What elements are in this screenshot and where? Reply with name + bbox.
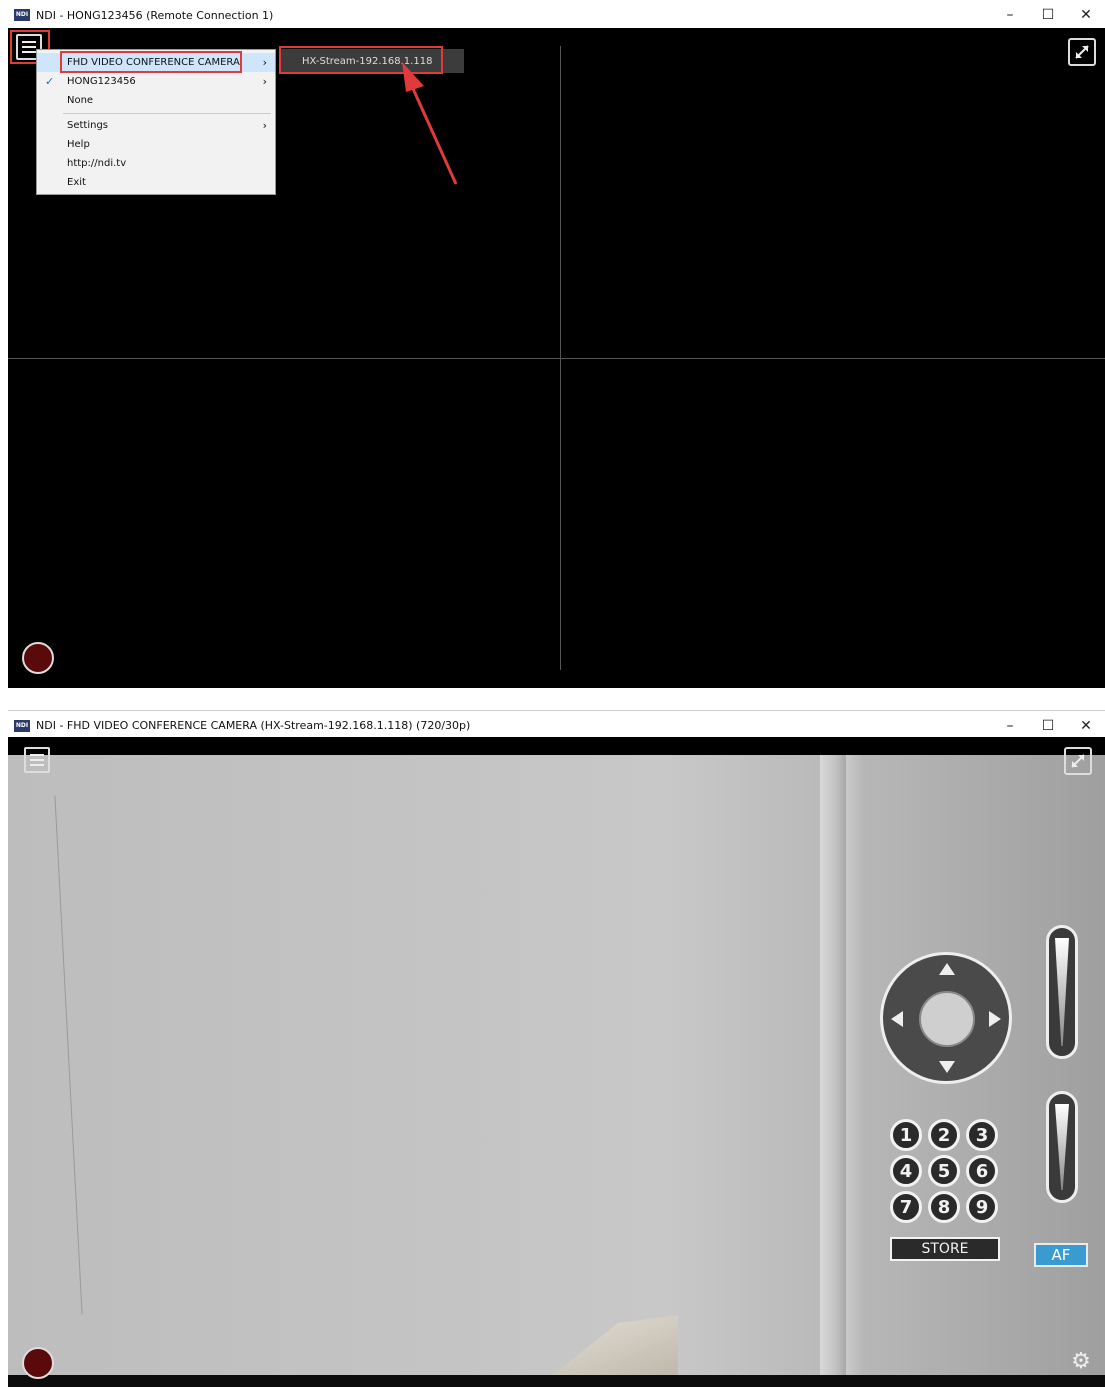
highlight-fhd-camera bbox=[60, 51, 242, 73]
window-title: NDI - HONG123456 (Remote Connection 1) bbox=[36, 8, 274, 22]
preset-grid: 1 2 3 4 5 6 7 8 9 bbox=[890, 1119, 1004, 1223]
tilt-up-icon[interactable] bbox=[939, 963, 955, 975]
gear-icon[interactable]: ⚙ bbox=[1068, 1349, 1094, 1375]
wall-crack bbox=[54, 795, 83, 1315]
preset-button-8[interactable]: 8 bbox=[928, 1191, 960, 1223]
ndi-logo-icon: NDI bbox=[14, 719, 30, 732]
autofocus-button[interactable]: AF bbox=[1034, 1243, 1088, 1267]
ndi-window-remote-connection: NDI NDI - HONG123456 (Remote Connection … bbox=[8, 0, 1105, 690]
chevron-right-icon: › bbox=[262, 119, 267, 132]
menu-item-none[interactable]: None bbox=[37, 91, 275, 110]
chevron-right-icon: › bbox=[262, 56, 267, 69]
menu-line bbox=[30, 759, 44, 761]
menu-button[interactable] bbox=[24, 747, 50, 773]
menu-separator bbox=[63, 113, 271, 114]
title-bar: NDI NDI - FHD VIDEO CONFERENCE CAMERA (H… bbox=[8, 710, 1105, 740]
focus-slider[interactable] bbox=[1046, 1091, 1078, 1203]
record-button[interactable] bbox=[22, 1347, 54, 1379]
whiteboard-edge bbox=[528, 1315, 678, 1375]
wall-pipe bbox=[820, 755, 846, 1375]
menu-item-help[interactable]: Help bbox=[37, 135, 275, 154]
zoom-wedge-icon bbox=[1055, 938, 1069, 1046]
grid-divider-horizontal bbox=[8, 358, 1105, 359]
menu-item-hong123456[interactable]: ✓ HONG123456 › bbox=[37, 72, 275, 91]
preset-button-7[interactable]: 7 bbox=[890, 1191, 922, 1223]
ndi-logo-icon: NDI bbox=[14, 9, 30, 21]
check-icon: ✓ bbox=[45, 75, 55, 88]
pan-right-icon[interactable] bbox=[989, 1011, 1001, 1027]
focus-wedge-icon bbox=[1055, 1104, 1069, 1190]
ptz-joystick[interactable] bbox=[880, 952, 1012, 1084]
menu-item-settings[interactable]: Settings › bbox=[37, 116, 275, 135]
preset-button-2[interactable]: 2 bbox=[928, 1119, 960, 1151]
maximize-button[interactable]: ☐ bbox=[1029, 0, 1067, 30]
chevron-right-icon: › bbox=[262, 75, 267, 88]
tilt-down-icon[interactable] bbox=[939, 1061, 955, 1073]
menu-line bbox=[30, 754, 44, 756]
fullscreen-toggle-button[interactable] bbox=[1068, 38, 1096, 66]
ndi-window-camera-stream: NDI NDI - FHD VIDEO CONFERENCE CAMERA (H… bbox=[8, 710, 1105, 1387]
close-button[interactable]: ✕ bbox=[1067, 0, 1105, 30]
menu-item-exit[interactable]: Exit bbox=[37, 173, 275, 192]
video-viewport: 1 2 3 4 5 6 7 8 9 STORE AF ⚙ bbox=[8, 737, 1105, 1387]
preset-button-1[interactable]: 1 bbox=[890, 1119, 922, 1151]
menu-line bbox=[30, 764, 44, 766]
preset-button-6[interactable]: 6 bbox=[966, 1155, 998, 1187]
expand-icon bbox=[1071, 754, 1085, 768]
menu-item-ndi-link[interactable]: http://ndi.tv bbox=[37, 154, 275, 173]
zoom-slider[interactable] bbox=[1046, 925, 1078, 1059]
expand-icon bbox=[1075, 45, 1089, 59]
store-preset-button[interactable]: STORE bbox=[890, 1237, 1000, 1261]
preset-button-3[interactable]: 3 bbox=[966, 1119, 998, 1151]
bottom-bar bbox=[8, 1375, 1105, 1387]
annotation-arrow-icon bbox=[402, 62, 458, 185]
window-title: NDI - FHD VIDEO CONFERENCE CAMERA (HX-St… bbox=[36, 719, 471, 732]
preset-button-9[interactable]: 9 bbox=[966, 1191, 998, 1223]
pan-left-icon[interactable] bbox=[891, 1011, 903, 1027]
title-bar: NDI NDI - HONG123456 (Remote Connection … bbox=[8, 0, 1105, 30]
preset-button-4[interactable]: 4 bbox=[890, 1155, 922, 1187]
joystick-knob[interactable] bbox=[919, 991, 975, 1047]
video-viewport: FHD VIDEO CONFERENCE CAMERA › ✓ HONG1234… bbox=[8, 28, 1105, 688]
preset-button-5[interactable]: 5 bbox=[928, 1155, 960, 1187]
window-controls: – ☐ ✕ bbox=[991, 0, 1105, 30]
fullscreen-toggle-button[interactable] bbox=[1064, 747, 1092, 775]
record-button[interactable] bbox=[22, 642, 54, 674]
minimize-button[interactable]: – bbox=[991, 0, 1029, 30]
